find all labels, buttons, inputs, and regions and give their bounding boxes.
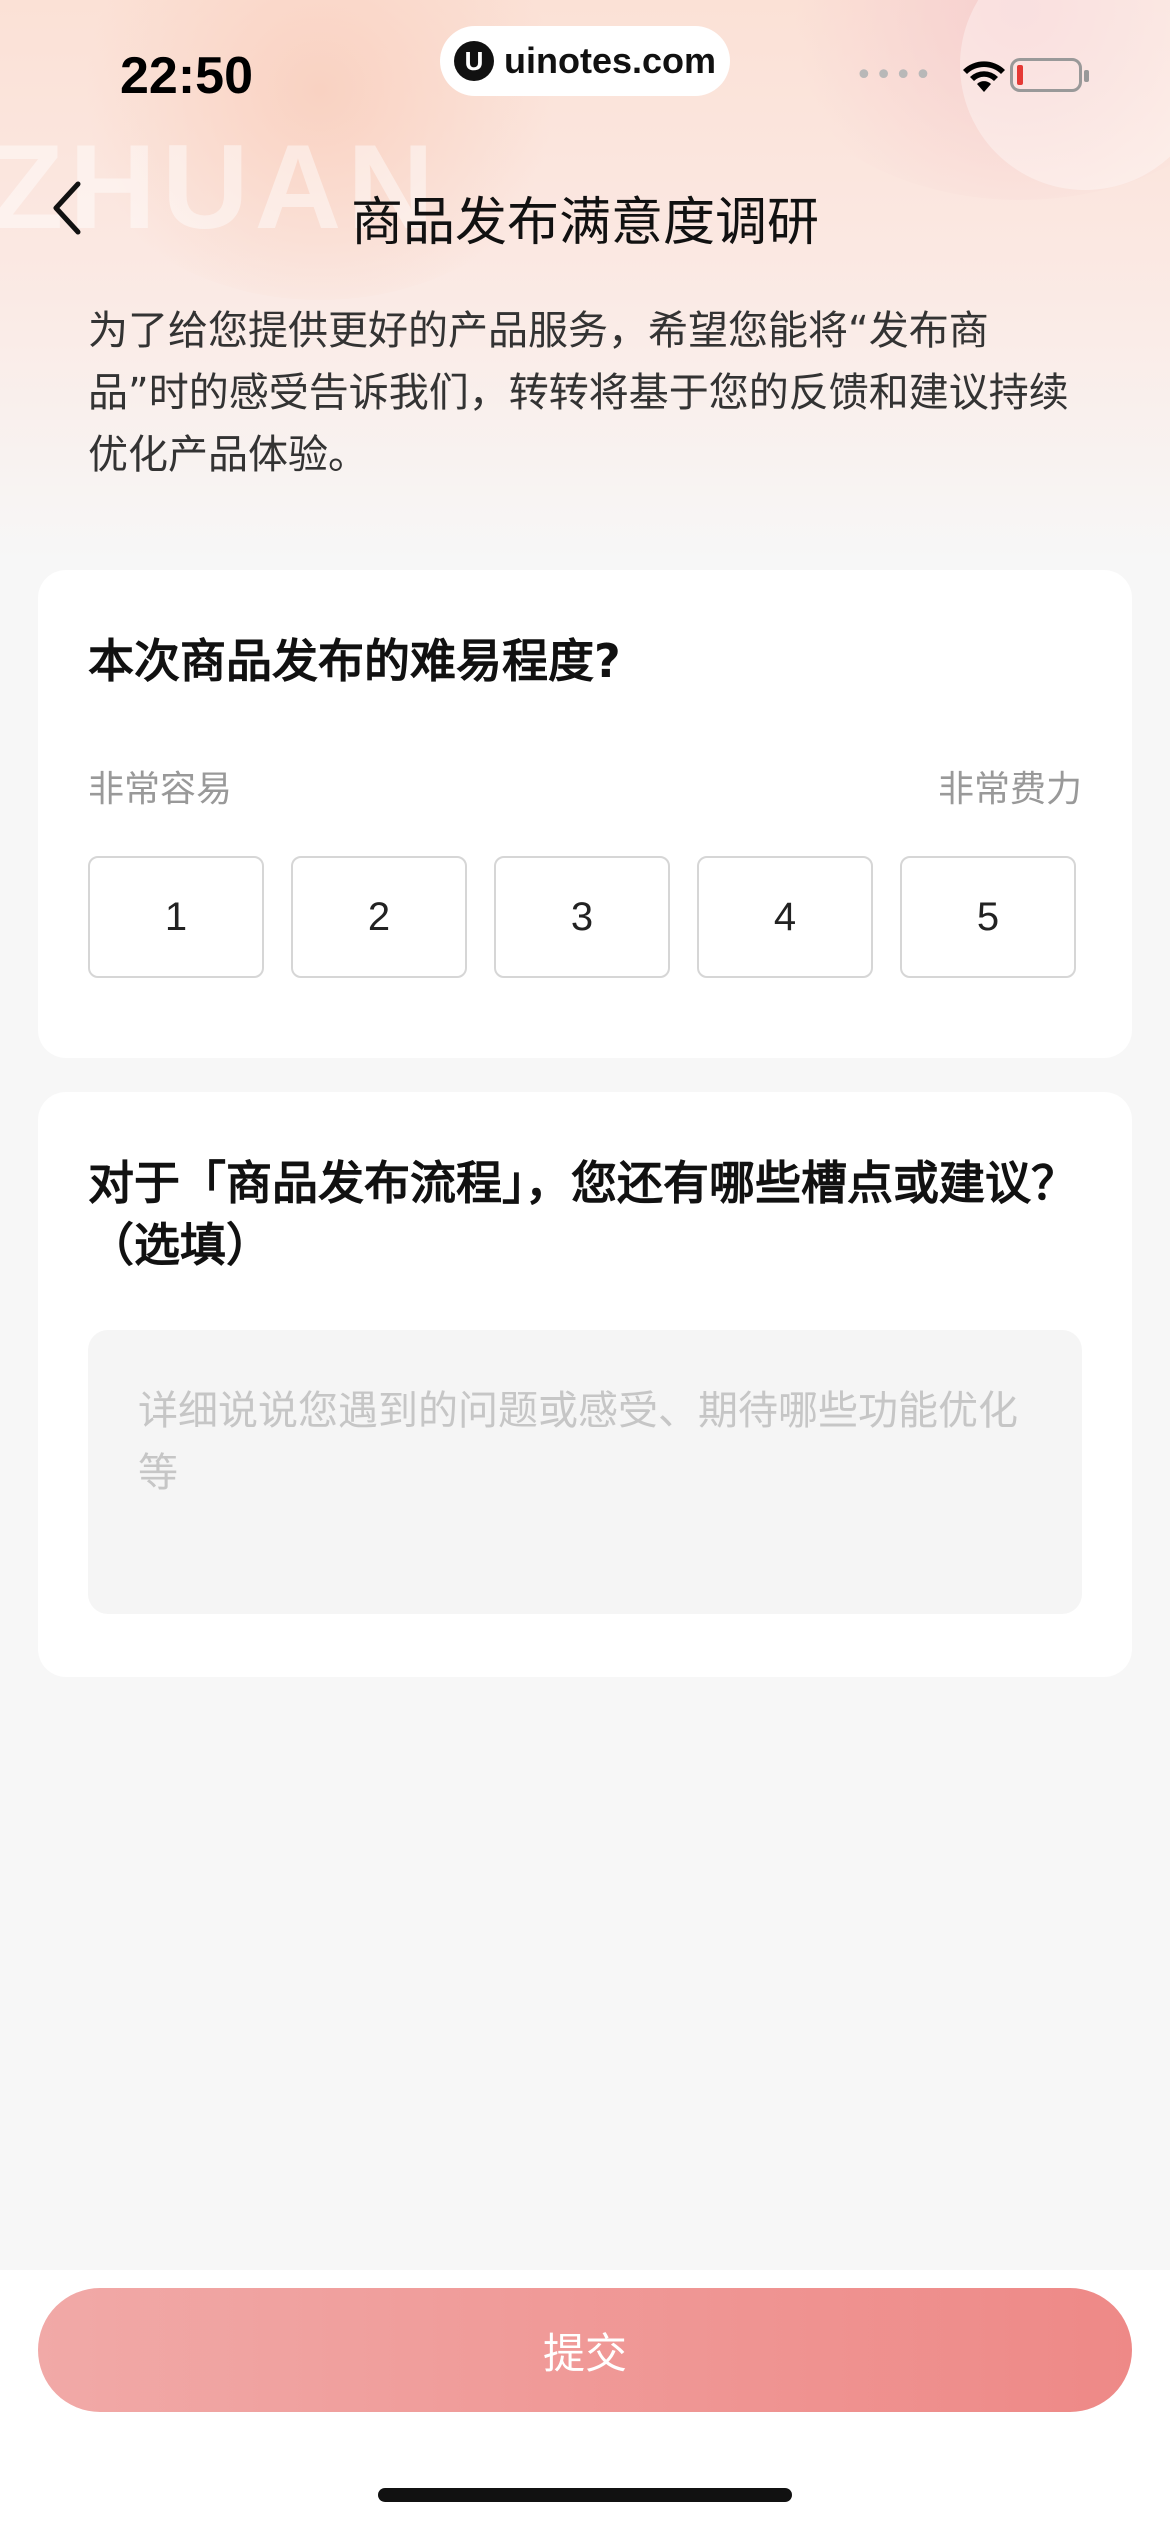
wifi-icon [962,61,1005,92]
rating-options: 1 2 3 4 5 [88,856,1076,978]
battery-icon [1010,58,1089,92]
status-time: 22:50 [120,47,253,105]
site-badge: U uinotes.com [440,26,730,96]
rating-option-2[interactable]: 2 [291,856,467,978]
rating-option-1[interactable]: 1 [88,856,264,978]
scale-min-label: 非常容易 [88,769,233,810]
page-title: 商品发布满意度调研 [350,193,819,253]
rating-option-4[interactable]: 4 [697,856,873,978]
cellular-signal-icon: •••• [855,58,934,93]
site-label: uinotes.com [503,40,717,81]
status-bar: 22:50 U uinotes.com •••• [0,0,1170,150]
rating-option-5[interactable]: 5 [900,856,1076,978]
feedback-placeholder: 详细说说您遇到的问题或感受、期待哪些功能优化等 [138,1388,1018,1496]
nav-bar: 商品发布满意度调研 [0,150,1170,270]
question-difficulty-title: 本次商品发布的难易程度? [88,634,621,688]
site-logo-icon: U [453,41,494,81]
question-feedback-card: 对于「商品发布流程」，您还有哪些槽点或建议？（选填） 详细说说您遇到的问题或感受… [38,1092,1132,1677]
battery-level [1017,65,1023,85]
feedback-textarea[interactable]: 详细说说您遇到的问题或感受、期待哪些功能优化等 [88,1330,1082,1614]
rating-option-3[interactable]: 3 [494,856,670,978]
submit-button[interactable]: 提交 [38,2288,1132,2412]
home-indicator [378,2488,792,2502]
scale-max-label: 非常费力 [937,769,1082,810]
question-feedback-title: 对于「商品发布流程」，您还有哪些槽点或建议？（选填） [88,1156,1077,1272]
survey-intro: 为了给您提供更好的产品服务，希望您能将“发布商品”时的感受告诉我们，转转将基于您… [88,308,1069,478]
question-difficulty-card: 本次商品发布的难易程度? 非常容易 非常费力 1 2 3 4 5 [38,570,1132,1058]
